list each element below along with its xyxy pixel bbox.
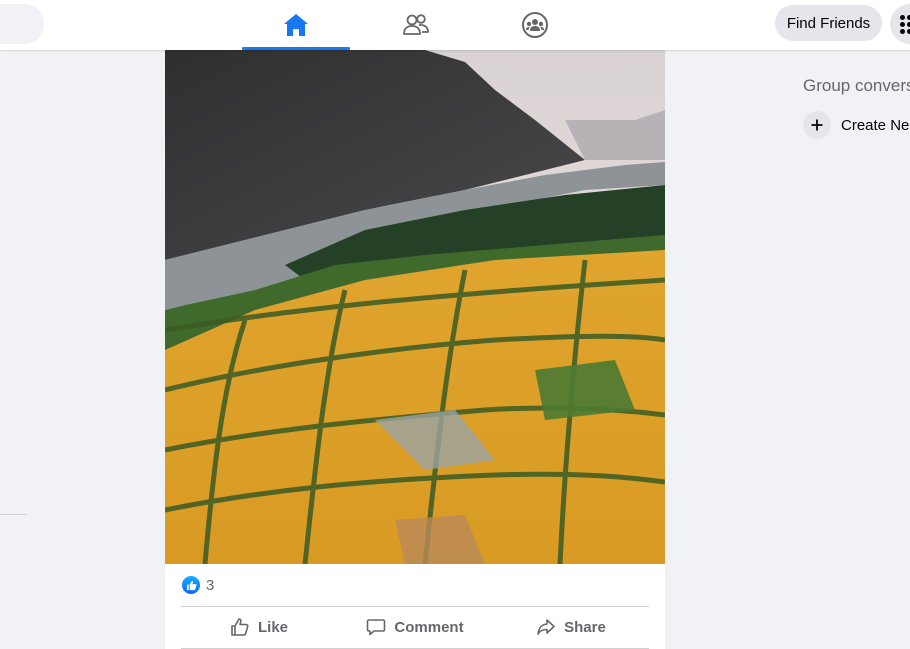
reaction-count: 3 bbox=[206, 576, 215, 594]
comment-icon bbox=[367, 619, 386, 636]
tab-groups[interactable] bbox=[481, 0, 589, 50]
find-friends-button[interactable]: Find Friends bbox=[775, 5, 882, 41]
comment-button[interactable]: Comment bbox=[337, 610, 493, 644]
thumbs-up-icon bbox=[231, 618, 249, 636]
actions-divider bbox=[181, 606, 649, 607]
menu-button[interactable] bbox=[890, 4, 910, 44]
left-divider bbox=[0, 514, 27, 515]
share-label: Share bbox=[564, 618, 606, 636]
search-input[interactable] bbox=[0, 4, 44, 44]
top-navigation-bar: Find Friends bbox=[0, 0, 910, 50]
like-button[interactable]: Like bbox=[181, 610, 337, 644]
post-image[interactable] bbox=[165, 50, 665, 564]
share-icon bbox=[537, 619, 555, 635]
groups-icon bbox=[522, 12, 548, 38]
like-label: Like bbox=[257, 618, 288, 636]
tab-home[interactable] bbox=[242, 0, 350, 50]
create-new-label: Create Ne bbox=[841, 116, 910, 134]
share-button[interactable]: Share bbox=[493, 610, 649, 644]
plus-icon bbox=[803, 111, 831, 139]
group-conversations-heading: Group convers bbox=[803, 76, 910, 95]
create-new-group-button[interactable]: Create Ne bbox=[803, 111, 909, 139]
post-actions: Like Comment Share bbox=[181, 610, 649, 644]
grid-menu-icon bbox=[900, 14, 910, 34]
home-icon bbox=[284, 14, 308, 36]
like-reaction-icon bbox=[182, 576, 200, 594]
post-card: 3 Like Comment Share bbox=[165, 50, 665, 649]
comment-label: Comment bbox=[394, 618, 464, 636]
reactions-summary[interactable]: 3 bbox=[182, 575, 214, 595]
friends-icon bbox=[403, 14, 429, 35]
tab-friends[interactable] bbox=[362, 0, 470, 50]
